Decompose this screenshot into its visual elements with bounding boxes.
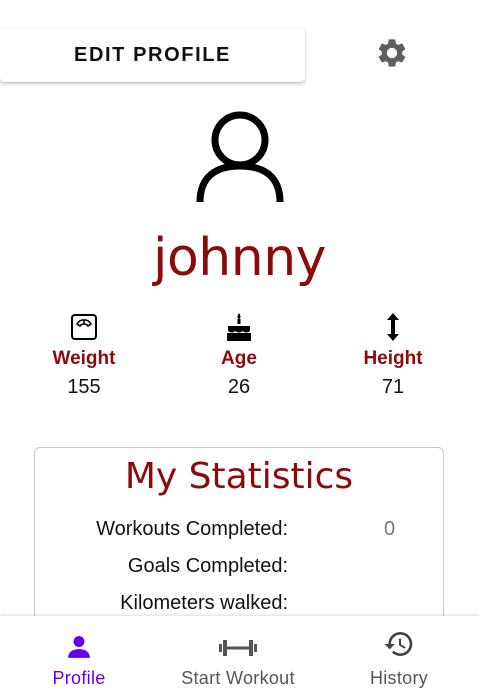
scale-icon xyxy=(71,314,97,340)
stat-label: Age xyxy=(221,348,257,369)
nav-item-history[interactable]: History xyxy=(344,616,454,699)
gear-icon[interactable] xyxy=(375,36,409,70)
stat-height: Height 71 xyxy=(333,310,453,399)
stat-weight: Weight 155 xyxy=(24,310,144,399)
username: johnny xyxy=(153,228,326,288)
cake-icon xyxy=(227,313,251,341)
nav-label: Profile xyxy=(52,668,106,688)
stat-value: 71 xyxy=(381,376,405,398)
vertical-arrows-icon xyxy=(387,313,399,341)
stat-label: Weight xyxy=(52,348,116,369)
stat-value: 26 xyxy=(227,376,251,398)
statistics-row-label: Workouts Completed: xyxy=(96,518,288,540)
nav-label: History xyxy=(369,668,429,688)
statistics-row-label: Goals Completed: xyxy=(127,555,288,577)
nav-item-start-workout[interactable]: Start Workout xyxy=(168,616,308,699)
nav-item-profile[interactable]: Profile xyxy=(24,616,134,699)
statistics-row-label: Kilometers walked: xyxy=(120,592,288,614)
edit-profile-button[interactable]: EDIT PROFILE xyxy=(0,28,305,82)
bottom-navigation: Profile Start Workout History xyxy=(0,616,479,699)
dumbbell-icon xyxy=(219,640,257,656)
history-icon xyxy=(384,632,413,656)
stat-value: 155 xyxy=(67,376,101,398)
stat-label: Height xyxy=(363,348,423,369)
statistics-title: My Statistics xyxy=(124,456,354,497)
person-icon xyxy=(68,636,90,658)
nav-label: Start Workout xyxy=(181,668,295,688)
person-outline-icon xyxy=(196,111,284,203)
statistics-row-value: 0 xyxy=(384,518,396,540)
stat-age: Age 26 xyxy=(179,310,299,399)
